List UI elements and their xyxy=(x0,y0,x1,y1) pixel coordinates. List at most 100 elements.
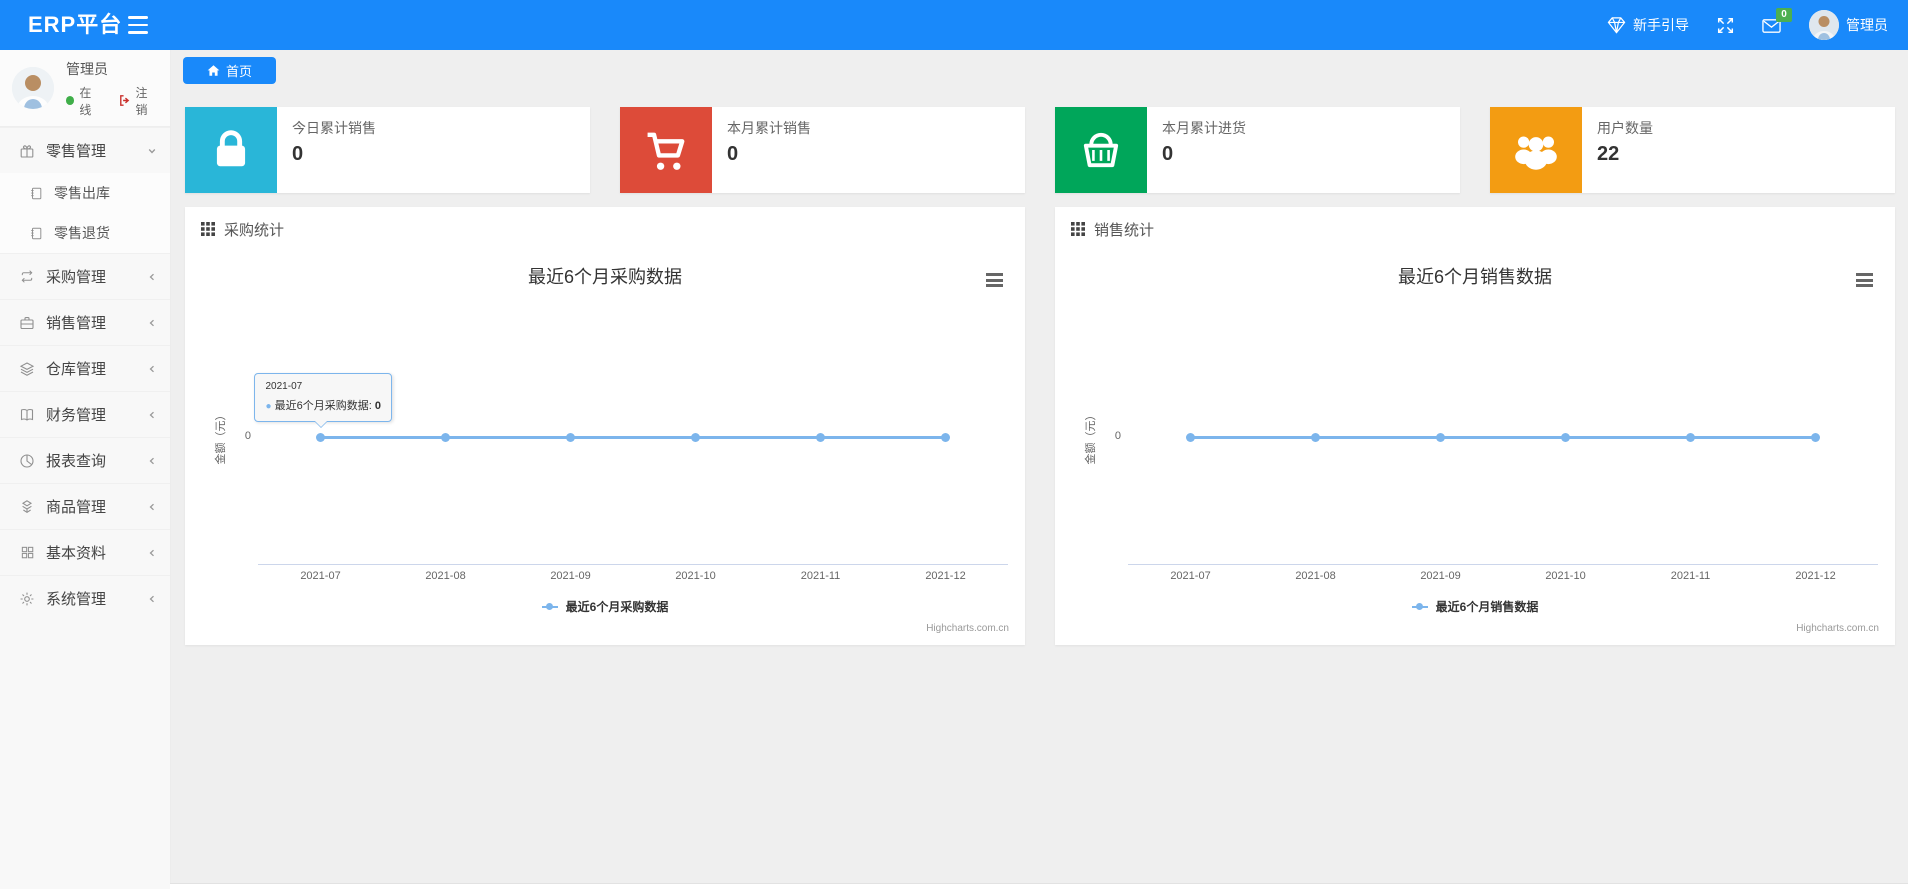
gear-icon xyxy=(18,591,36,607)
context-menu-bar xyxy=(986,284,1003,287)
stat-card-month-sales: 本月累计销售 0 xyxy=(620,107,1025,193)
sidebar-menu: 零售管理 零售出库 零售退货 采购管理 销售管理 仓库管理 财务管理 报表查询 … xyxy=(0,127,170,621)
sidebar-user-name: 管理员 xyxy=(66,60,108,77)
sidebar-item-sales[interactable]: 销售管理 xyxy=(0,299,170,345)
gift-icon xyxy=(18,143,36,159)
x-axis-tick-label: 2021-10 xyxy=(1545,570,1586,582)
header-nav: 新手引导 0 管理员 xyxy=(1607,0,1888,50)
grid-2x2-icon xyxy=(18,545,36,560)
sidebar-item-label: 基本资料 xyxy=(46,545,107,562)
retail-submenu: 零售出库 零售退货 xyxy=(0,173,170,253)
sidebar-item-label: 仓库管理 xyxy=(46,361,107,378)
guide-label: 新手引导 xyxy=(1633,17,1689,33)
x-axis-tick-label: 2021-12 xyxy=(925,570,966,582)
panel-heading: 采购统计 xyxy=(185,207,1025,251)
y-axis-tick-label: 0 xyxy=(244,430,251,442)
cart-icon xyxy=(620,107,712,193)
sidebar-item-finance[interactable]: 财务管理 xyxy=(0,391,170,437)
tab-home[interactable]: 首页 xyxy=(183,57,276,84)
data-point[interactable] xyxy=(566,432,575,442)
highcharts-credits-link[interactable]: Highcharts.com.cn xyxy=(926,623,1009,634)
data-point[interactable] xyxy=(1436,432,1445,442)
data-point[interactable] xyxy=(1561,432,1570,442)
user-menu[interactable]: 管理员 xyxy=(1809,10,1888,40)
sidebar-item-system[interactable]: 系统管理 xyxy=(0,575,170,621)
sidebar-item-basic-data[interactable]: 基本资料 xyxy=(0,529,170,575)
data-point[interactable] xyxy=(1811,432,1820,442)
chart-context-menu-button[interactable] xyxy=(1856,273,1873,287)
home-icon xyxy=(207,64,220,77)
stat-card-value: 22 xyxy=(1597,143,1620,165)
chevron-left-icon xyxy=(147,364,157,374)
sidebar-toggle-button[interactable] xyxy=(128,16,148,34)
sidebar-item-retail-return[interactable]: 零售退货 xyxy=(0,213,170,253)
sidebar-item-label: 财务管理 xyxy=(46,407,107,424)
x-axis-tick-label: 2021-07 xyxy=(300,570,341,582)
th-grid-icon xyxy=(201,222,215,236)
fullscreen-button[interactable] xyxy=(1717,17,1734,34)
pie-chart-icon xyxy=(18,453,36,469)
chevron-down-icon xyxy=(147,146,157,156)
context-menu-bar xyxy=(986,278,1003,282)
box-icon xyxy=(18,499,36,515)
messages-button[interactable]: 0 xyxy=(1762,7,1792,34)
online-status-icon xyxy=(66,96,75,105)
brand-logo: ERP平台 xyxy=(28,12,123,37)
stat-card-value: 0 xyxy=(292,143,304,165)
exchange-icon xyxy=(18,269,36,284)
x-axis-labels: 2021-07 2021-08 2021-09 2021-10 2021-11 2021-… xyxy=(1128,570,1878,582)
stat-card-label: 本月累计销售 xyxy=(727,120,811,136)
legend-item[interactable]: 最近6个月采购数据 xyxy=(195,598,1015,615)
guide-menu-item[interactable]: 新手引导 xyxy=(1607,15,1689,35)
stat-card-label: 用户数量 xyxy=(1597,120,1653,136)
chart-context-menu-button[interactable] xyxy=(986,273,1003,287)
logout-link[interactable]: 注销 xyxy=(136,84,158,118)
stat-card-value: 0 xyxy=(1162,143,1174,165)
chevron-left-icon xyxy=(147,502,157,512)
chevron-left-icon xyxy=(147,410,157,420)
sidebar-item-label: 系统管理 xyxy=(46,591,107,608)
data-point[interactable] xyxy=(816,432,825,442)
sidebar-item-retail[interactable]: 零售管理 xyxy=(0,127,170,173)
stat-card-month-purchase: 本月累计进货 0 xyxy=(1055,107,1460,193)
data-point[interactable] xyxy=(1185,432,1195,442)
legend-item-label: 最近6个月采购数据 xyxy=(565,600,669,614)
stat-cards-row: 今日累计销售 0 本月累计销售 0 本月累计进货 0 用户数量 22 xyxy=(185,107,1895,193)
panel-title: 销售统计 xyxy=(1094,221,1155,239)
legend-item[interactable]: 最近6个月销售数据 xyxy=(1065,598,1885,615)
online-status-label: 在线 xyxy=(79,85,92,117)
sidebar-item-goods[interactable]: 商品管理 xyxy=(0,483,170,529)
x-axis-tick-label: 2021-08 xyxy=(1295,570,1336,582)
sidebar-item-reports[interactable]: 报表查询 xyxy=(0,437,170,483)
panel-title: 采购统计 xyxy=(224,221,285,239)
chart-title: 最近6个月采购数据 xyxy=(527,267,682,287)
y-axis-tick-label: 0 xyxy=(1114,430,1121,442)
sidebar-item-retail-outbound[interactable]: 零售出库 xyxy=(0,173,170,213)
legend-marker-icon xyxy=(541,603,558,610)
stat-card-user-count: 用户数量 22 xyxy=(1490,107,1895,193)
sidebar-item-warehouse[interactable]: 仓库管理 xyxy=(0,345,170,391)
x-axis-tick-label: 2021-08 xyxy=(425,570,466,582)
data-point[interactable] xyxy=(691,432,700,442)
stat-card-today-sales: 今日累计销售 0 xyxy=(185,107,590,193)
sidebar-item-purchase[interactable]: 采购管理 xyxy=(0,253,170,299)
tooltip-value: 0 xyxy=(374,400,381,412)
stat-card-label: 今日累计销售 xyxy=(292,120,376,136)
stat-card-value: 0 xyxy=(727,143,739,165)
data-point[interactable] xyxy=(941,432,950,442)
series-marker-icon: ● xyxy=(265,401,272,412)
data-point[interactable] xyxy=(441,432,450,442)
sidebar-item-label: 报表查询 xyxy=(46,453,107,470)
context-menu-bar xyxy=(1856,278,1873,282)
journal-icon xyxy=(27,186,45,201)
sidebar-user-panel: 管理员 在线 注销 xyxy=(0,50,170,127)
x-axis-tick-label: 2021-12 xyxy=(1795,570,1836,582)
highcharts-credits-link[interactable]: Highcharts.com.cn xyxy=(1796,623,1879,634)
tab-home-label: 首页 xyxy=(225,64,252,79)
chevron-left-icon xyxy=(147,548,157,558)
data-point[interactable] xyxy=(1686,432,1695,442)
data-point[interactable] xyxy=(1311,432,1320,442)
x-axis-tick-label: 2021-07 xyxy=(1170,570,1211,582)
context-menu-bar xyxy=(1856,284,1873,287)
chart-tooltip: 2021-07 ● 最近6个月采购数据: 0 xyxy=(254,373,392,428)
